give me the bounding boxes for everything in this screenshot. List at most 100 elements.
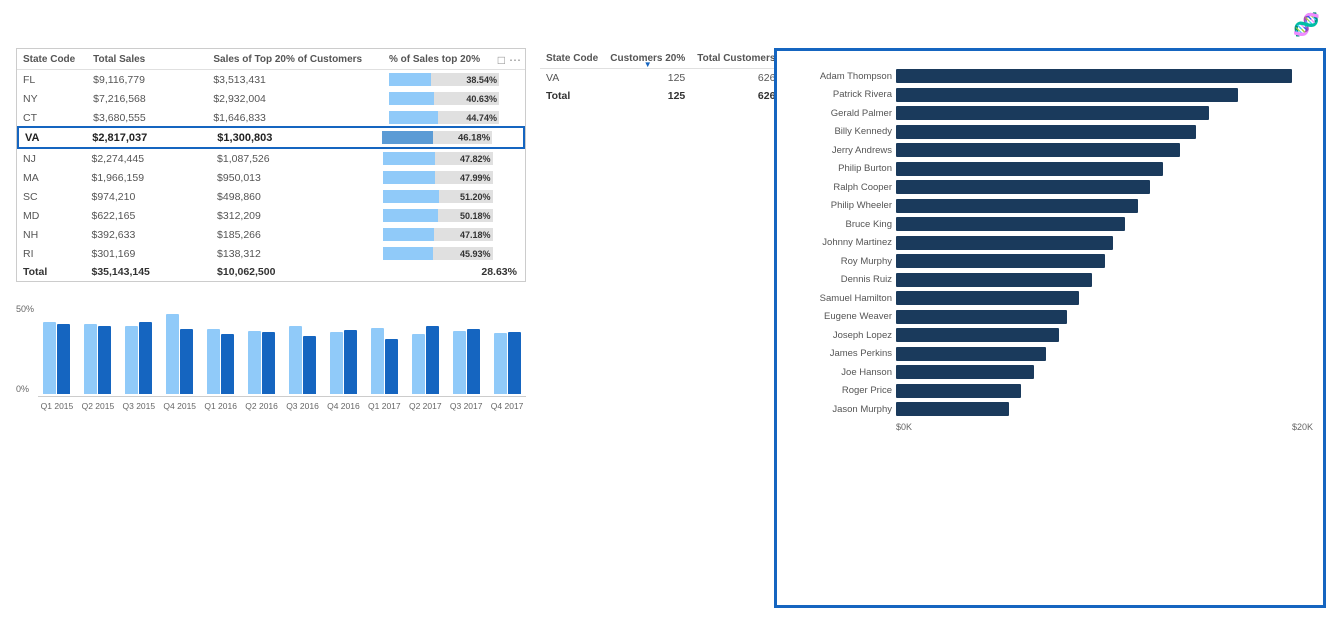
bar-track [896, 143, 1313, 157]
bottom-chart-widget: 50% 0% [16, 292, 526, 417]
cell-pct: 51.20% [377, 187, 525, 206]
bar-fill [896, 69, 1292, 83]
cell-pct: 38.54% [383, 70, 525, 90]
list-item: Samuel Hamilton [787, 291, 1313, 305]
list-item [38, 322, 76, 394]
x-label: Q4 2015 [161, 401, 199, 411]
bar-fill [896, 384, 1021, 398]
cell-total-sales: $622,165 [85, 206, 211, 225]
col-state-code: State Code [17, 49, 87, 70]
bar-label: Gerald Palmer [787, 108, 892, 119]
middle-panel: State Code Customers 20% ▼ Total Custome… [540, 48, 760, 608]
light-bar [412, 334, 425, 394]
cell-top20-sales: $185,266 [211, 225, 377, 244]
bar-label: Jerry Andrews [787, 145, 892, 156]
x-start: $0K [896, 422, 912, 432]
list-item [243, 331, 281, 394]
va-top20-sales: $1,300,803 [211, 127, 376, 148]
bar-label: Roger Price [787, 385, 892, 396]
bar-label: Eugene Weaver [787, 311, 892, 322]
highlighted-va-row[interactable]: VA $2,817,037 $1,300,803 46.18% [18, 127, 524, 148]
dna-icon: 🧬 [1293, 12, 1320, 38]
mid-total-cust: 626 [691, 69, 781, 88]
bar-pair [330, 330, 357, 394]
mid-total-cust: 626 [691, 87, 781, 105]
cell-top20-sales: $312,209 [211, 206, 377, 225]
list-item [488, 332, 526, 394]
cell-top20-sales: $2,932,004 [207, 89, 383, 108]
cell-total-sales: $392,633 [85, 225, 211, 244]
x-label: Q3 2015 [120, 401, 158, 411]
mid-state: Total [540, 87, 604, 105]
cell-pct: 47.99% [377, 168, 525, 187]
light-bar [494, 333, 507, 394]
col-top20-sales: Sales of Top 20% of Customers [207, 49, 383, 70]
dark-bar [426, 326, 439, 394]
bar-label: Adam Thompson [787, 71, 892, 82]
maximize-icon[interactable]: □ [498, 53, 505, 67]
table-row: NY $7,216,568 $2,932,004 40.63% [17, 89, 525, 108]
left-panel: □ ⋯ State Code Total Sales Sales of Top … [16, 48, 526, 608]
table-row: SC $974,210 $498,860 51.20% [17, 187, 525, 206]
x-label: Q4 2017 [488, 401, 526, 411]
list-item: Philip Burton [787, 162, 1313, 176]
bar-label: James Perkins [787, 348, 892, 359]
bar-track [896, 125, 1313, 139]
cell-total-sales: $301,169 [85, 244, 211, 263]
mid-col-state: State Code [540, 48, 604, 69]
bar-track [896, 236, 1313, 250]
bar-track [896, 291, 1313, 305]
mid-col-customers20: Customers 20% ▼ [604, 48, 691, 69]
more-icon[interactable]: ⋯ [509, 53, 521, 67]
bar-pair [248, 331, 275, 394]
x-label: Q1 2015 [38, 401, 76, 411]
list-item [202, 329, 240, 394]
list-item [365, 328, 403, 394]
bar-pair [166, 314, 193, 394]
list-item [406, 326, 444, 394]
table-row: FL $9,116,779 $3,513,431 38.54% [17, 70, 525, 90]
middle-table-row: VA 125 626 [540, 69, 781, 88]
list-item: Jerry Andrews [787, 143, 1313, 157]
bar-label: Samuel Hamilton [787, 293, 892, 304]
mid-cust20: 125 [604, 87, 691, 105]
bar-fill [896, 162, 1163, 176]
bar-fill [896, 347, 1046, 361]
list-item [324, 330, 362, 394]
table-row: RI $301,169 $138,312 45.93% [17, 244, 525, 263]
cell-state: FL [17, 70, 87, 90]
list-item: Roger Price [787, 384, 1313, 398]
table-row: CT $3,680,555 $1,646,833 44.74% [17, 108, 525, 127]
cell-pct: 47.82% [377, 149, 525, 168]
right-panel: Adam Thompson Patrick Rivera Gerald Palm… [774, 48, 1326, 608]
light-bar [125, 326, 138, 394]
bar-label: Joseph Lopez [787, 330, 892, 341]
bar-track [896, 347, 1313, 361]
list-item: Gerald Palmer [787, 106, 1313, 120]
cell-pct: 45.93% [377, 244, 525, 263]
list-item: Joe Hanson [787, 365, 1313, 379]
highlighted-row-table: VA $2,817,037 $1,300,803 46.18% [17, 126, 525, 149]
dark-bar [139, 322, 152, 394]
light-bar [248, 331, 261, 394]
bar-fill [896, 236, 1113, 250]
right-chart-widget: Adam Thompson Patrick Rivera Gerald Palm… [774, 48, 1326, 608]
cell-state: NJ [17, 149, 85, 168]
bar-track [896, 273, 1313, 287]
bar-fill [896, 143, 1180, 157]
bar-fill [896, 106, 1209, 120]
horizontal-bar-chart: Adam Thompson Patrick Rivera Gerald Palm… [787, 69, 1313, 416]
bar-track [896, 88, 1313, 102]
x-label: Q1 2017 [365, 401, 403, 411]
x-axis-horiz: $0K $20K [896, 422, 1313, 432]
bar-fill [896, 291, 1079, 305]
list-item: Joseph Lopez [787, 328, 1313, 342]
widget-icons[interactable]: □ ⋯ [498, 53, 521, 67]
logo: 🧬 [1293, 12, 1326, 38]
bar-fill [896, 199, 1138, 213]
main-content: □ ⋯ State Code Total Sales Sales of Top … [16, 48, 1326, 608]
total-top20: $10,062,500 [211, 263, 377, 281]
bar-label: Ralph Cooper [787, 182, 892, 193]
cell-top20-sales: $1,646,833 [207, 108, 383, 127]
cell-pct: 50.18% [377, 206, 525, 225]
